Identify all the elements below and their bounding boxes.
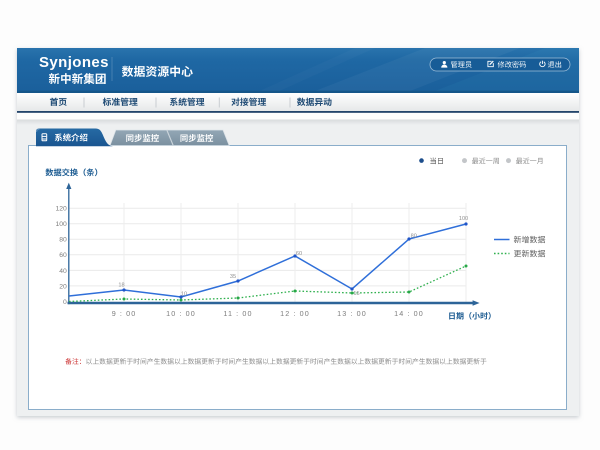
svg-text:80: 80 <box>59 237 67 244</box>
svg-text:40: 40 <box>59 268 67 275</box>
svg-text:60: 60 <box>59 252 67 259</box>
svg-text:0: 0 <box>63 299 67 306</box>
svg-text:120: 120 <box>55 206 67 213</box>
svg-text:9 : 00: 9 : 00 <box>112 309 137 318</box>
svg-text:11 : 00: 11 : 00 <box>223 309 252 318</box>
svg-text:35: 35 <box>230 274 236 280</box>
svg-text:12 : 00: 12 : 00 <box>280 309 310 318</box>
svg-text:100: 100 <box>55 221 67 228</box>
svg-text:20: 20 <box>59 283 67 290</box>
svg-text:100: 100 <box>459 216 468 222</box>
svg-text:14 : 00: 14 : 00 <box>394 309 424 318</box>
svg-text:18: 18 <box>118 283 124 289</box>
svg-text:60: 60 <box>296 251 302 257</box>
svg-text:Synjones: Synjones <box>39 54 109 71</box>
svg-text:10 : 00: 10 : 00 <box>166 309 196 318</box>
svg-text:13 : 00: 13 : 00 <box>337 309 367 318</box>
svg-text:80: 80 <box>411 233 417 239</box>
svg-text:15: 15 <box>353 291 359 297</box>
svg-text:10: 10 <box>181 291 187 297</box>
